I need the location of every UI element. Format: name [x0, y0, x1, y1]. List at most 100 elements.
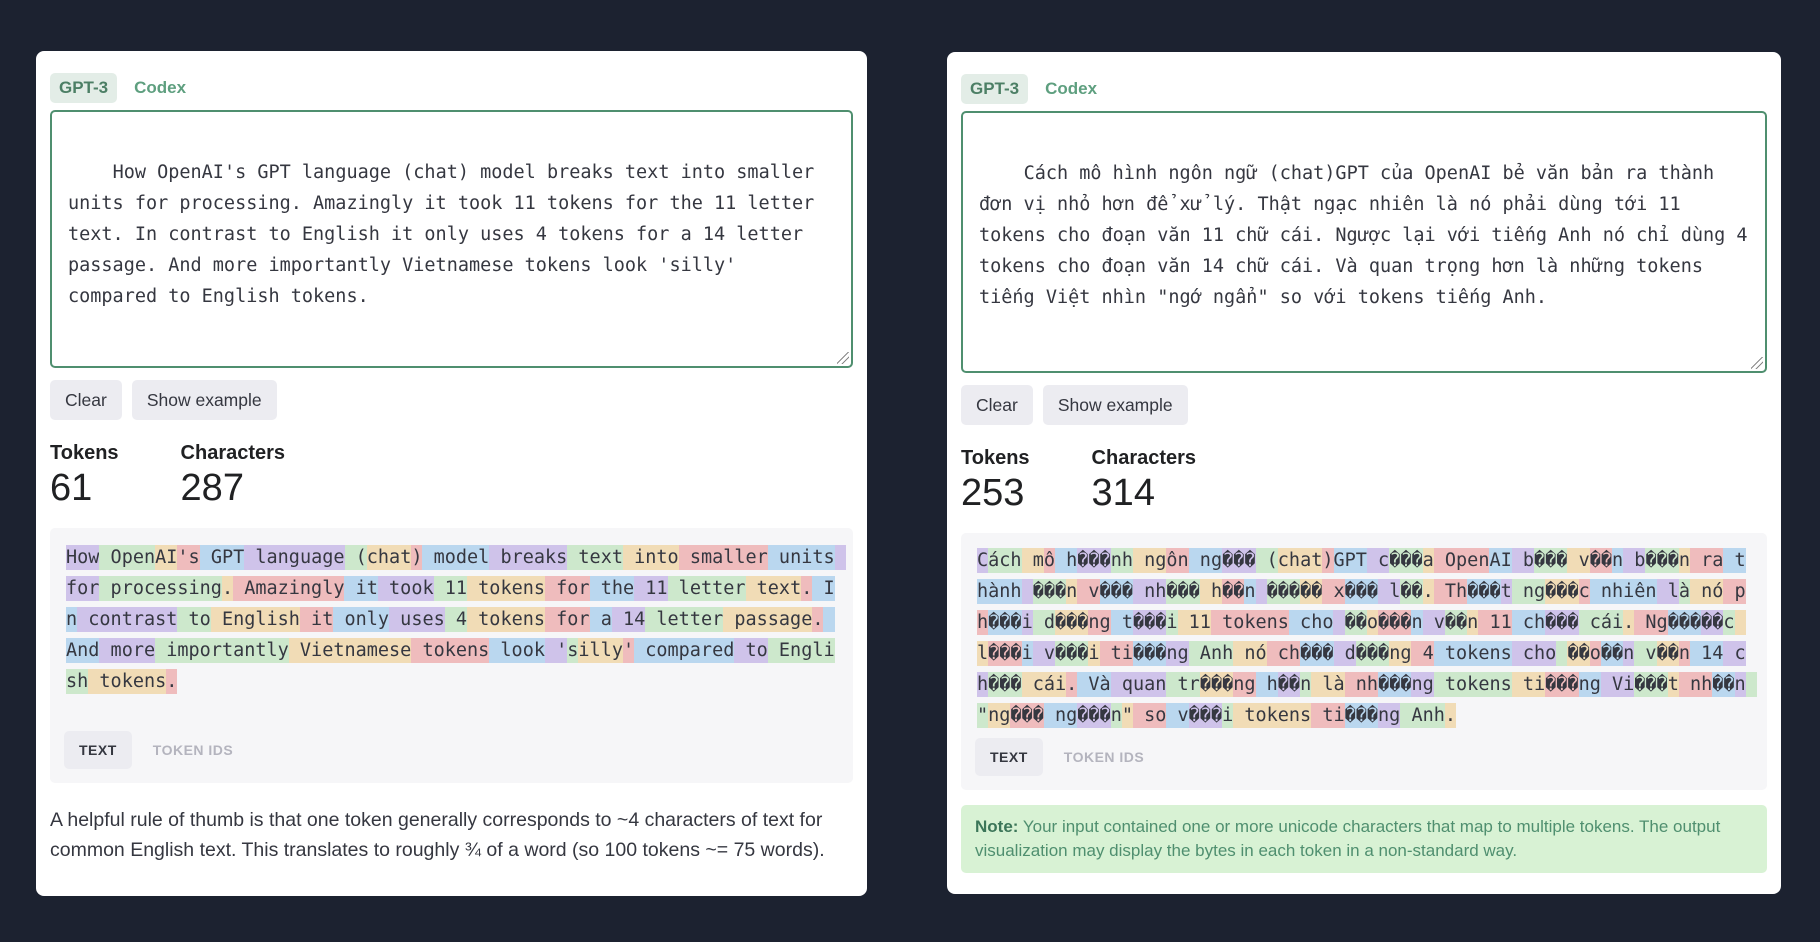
- token: 11: [433, 576, 468, 601]
- token: text: [567, 545, 623, 570]
- tab-gpt3[interactable]: GPT-3: [961, 73, 1029, 104]
- prompt-input[interactable]: How OpenAI's GPT language (chat) model b…: [50, 110, 853, 368]
- token: .: [221, 576, 234, 601]
- token: i: [1021, 610, 1033, 635]
- token: processing: [99, 576, 222, 601]
- action-buttons: Clear Show example: [961, 385, 1767, 425]
- token: n: [1467, 610, 1479, 635]
- token: ���: [1077, 703, 1111, 728]
- token: tokens: [467, 607, 545, 632]
- token: ng: [1578, 672, 1601, 697]
- characters-stat: Characters 287: [181, 440, 286, 510]
- show-example-button[interactable]: Show example: [1042, 385, 1188, 425]
- token: ���: [1032, 579, 1067, 604]
- token: took: [377, 576, 434, 601]
- tab-codex[interactable]: Codex: [125, 73, 195, 103]
- token: ���: [988, 641, 1022, 666]
- token: ng: [1378, 703, 1401, 728]
- tab-text[interactable]: TEXT: [64, 731, 132, 769]
- tokens-label: Tokens: [50, 442, 119, 464]
- token: ng: [1511, 579, 1546, 604]
- token: a: [589, 607, 612, 632]
- token: cho: [1511, 641, 1557, 666]
- token: ���: [1266, 579, 1301, 604]
- token: smaller: [678, 545, 768, 570]
- characters-stat: Characters 314: [1092, 445, 1197, 515]
- token: ��: [1444, 610, 1468, 635]
- note-label: Note:: [975, 817, 1019, 836]
- token: t: [1110, 610, 1133, 635]
- token: 4: [1411, 641, 1434, 666]
- token: text: [745, 576, 802, 601]
- token: tokens: [411, 638, 490, 663]
- token: a: [1422, 548, 1434, 573]
- token: ���: [1344, 579, 1379, 604]
- token: ôn: [1166, 548, 1189, 573]
- view-tabs: TEXT TOKEN IDS: [64, 731, 248, 769]
- token: ch: [1511, 610, 1546, 635]
- tokens-stat: Tokens 61: [50, 440, 119, 510]
- tab-codex[interactable]: Codex: [1036, 74, 1106, 104]
- token: 11: [1478, 610, 1512, 635]
- token: ': [622, 638, 635, 663]
- token: ng: [1389, 641, 1412, 666]
- clear-button[interactable]: Clear: [961, 385, 1033, 425]
- token: for: [545, 576, 590, 601]
- tokens-stat: Tokens 253: [961, 445, 1030, 515]
- resize-handle[interactable]: [837, 352, 849, 364]
- token: v: [1077, 579, 1100, 604]
- token: ng: [1043, 703, 1078, 728]
- prompt-input[interactable]: Cách mô hình ngôn ngữ (chat)GPT của Open…: [961, 111, 1767, 373]
- token: ���: [1188, 703, 1223, 728]
- show-example-button[interactable]: Show example: [131, 380, 277, 420]
- token: o: [1366, 610, 1379, 635]
- token: x: [1322, 579, 1345, 604]
- token: ���: [1667, 610, 1702, 635]
- token: (: [344, 545, 367, 570]
- clear-button[interactable]: Clear: [50, 380, 122, 420]
- token: AI: [155, 545, 178, 570]
- token: ": [1121, 703, 1133, 728]
- token: [1021, 579, 1033, 604]
- token: nó: [1233, 641, 1267, 666]
- token: ô: [1043, 548, 1055, 573]
- token: .: [1623, 610, 1635, 635]
- token: ng: [1233, 672, 1256, 697]
- token: ���: [1077, 548, 1111, 573]
- token: ng: [1132, 548, 1167, 573]
- view-tabs: TEXT TOKEN IDS: [975, 738, 1159, 776]
- characters-count: 314: [1091, 472, 1155, 514]
- token: more: [99, 638, 156, 663]
- token: tokens: [1433, 672, 1512, 697]
- token: C: [977, 548, 989, 573]
- token: v: [1166, 703, 1189, 728]
- token: h: [1255, 672, 1278, 697]
- token: ��: [1600, 641, 1624, 666]
- resize-handle[interactable]: [1751, 357, 1763, 369]
- token: ': [544, 638, 568, 663]
- tab-token-ids[interactable]: TOKEN IDS: [1049, 738, 1159, 776]
- token: ��: [1222, 579, 1245, 604]
- tab-token-ids[interactable]: TOKEN IDS: [138, 731, 248, 769]
- token: ch: [1266, 641, 1301, 666]
- tab-text[interactable]: TEXT: [975, 738, 1043, 776]
- token: chat: [1277, 548, 1323, 573]
- token: .: [1444, 703, 1457, 728]
- token: into: [622, 545, 679, 570]
- tab-gpt3[interactable]: GPT-3: [50, 72, 118, 103]
- token: n: [1623, 641, 1635, 666]
- token: ���: [1099, 579, 1133, 604]
- token: 11: [1177, 610, 1211, 635]
- token: d: [1032, 610, 1055, 635]
- token: ���: [988, 672, 1022, 697]
- token: ��: [1400, 579, 1423, 604]
- token: AI: [1489, 548, 1512, 573]
- token: ���: [1389, 548, 1423, 573]
- token: n: [1411, 610, 1423, 635]
- token: Amazingly: [233, 576, 345, 601]
- prompt-input-text: Cách mô hình ngôn ngữ (chat)GPT của Open…: [979, 163, 1759, 308]
- token: Open: [1433, 548, 1490, 573]
- token: à: [1678, 579, 1690, 604]
- token: b: [1623, 548, 1646, 573]
- token-list: Cách mô h���nh ngôn ng��� (chat)GPT c���…: [977, 545, 1757, 731]
